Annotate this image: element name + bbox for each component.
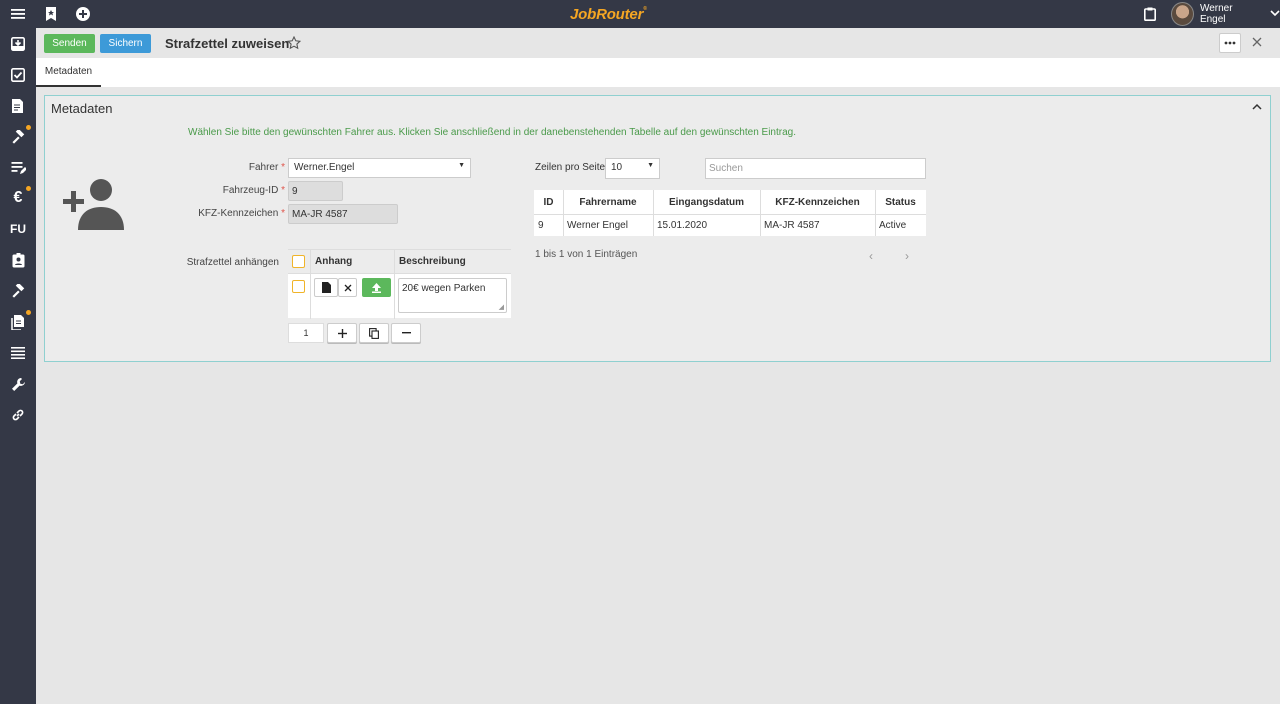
instruction-text: Wählen Sie bitte den gewünschten Fahrer … [188, 127, 796, 138]
upload-icon[interactable] [362, 278, 391, 297]
col-id[interactable]: ID [534, 190, 563, 215]
toolbar: Senden Sichern Strafzettel zuweisen [36, 28, 1280, 58]
remove-row-icon[interactable] [391, 323, 421, 343]
user-menu[interactable]: Werner Engel [1171, 2, 1280, 26]
divider [394, 250, 395, 319]
ellipsis-icon [1224, 41, 1236, 45]
caret-down-icon: ▼ [647, 162, 654, 169]
description-textarea[interactable]: 20€ wegen Parken ◢ [398, 278, 507, 313]
save-button[interactable]: Sichern [100, 34, 151, 53]
bookmark-icon[interactable] [41, 4, 61, 24]
remove-file-icon[interactable] [338, 278, 357, 297]
resize-handle-icon[interactable]: ◢ [499, 303, 504, 311]
driver-select[interactable]: Werner.Engel ▼ [288, 158, 471, 178]
caret-down-icon: ▼ [458, 162, 465, 169]
add-user-icon [61, 176, 125, 230]
cell-status: Active [879, 219, 907, 231]
page-title: Strafzettel zuweisen [165, 36, 290, 51]
driver-label: Fahrer * [248, 162, 285, 173]
clipboard-icon[interactable] [1140, 4, 1160, 24]
copy-row-icon[interactable] [359, 323, 389, 343]
user-name: Werner Engel [1199, 3, 1233, 25]
cell-driver-name: Werner Engel [567, 219, 628, 231]
inbox-icon[interactable] [8, 34, 28, 54]
vehicle-id-label: Fahrzeug-ID * [222, 185, 285, 196]
add-circle-icon[interactable] [73, 4, 93, 24]
prev-page-icon[interactable]: ‹ [869, 249, 873, 263]
divider [310, 250, 311, 319]
list-icon[interactable] [8, 343, 28, 363]
rows-per-page-select[interactable]: 10 ▼ [605, 158, 660, 179]
top-bar: JobRouter® Werner Engel [0, 0, 1280, 28]
menu-icon[interactable] [8, 4, 28, 24]
search-input[interactable]: Suchen [705, 158, 926, 179]
col-description: Beschreibung [399, 256, 466, 267]
chevron-up-icon[interactable] [1252, 101, 1264, 113]
col-status[interactable]: Status [875, 190, 926, 215]
tab-metadaten[interactable]: Metadaten [36, 58, 101, 87]
col-driver-name[interactable]: Fahrername [563, 190, 653, 215]
panel-title: Metadaten [51, 101, 113, 116]
sidebar: € FU [0, 28, 36, 704]
euro-icon[interactable]: € [8, 186, 31, 208]
vehicle-id-field[interactable]: 9 [288, 181, 343, 201]
wrench-icon[interactable] [8, 374, 28, 394]
star-icon[interactable] [286, 35, 302, 50]
link-icon[interactable] [8, 405, 28, 425]
more-options-button[interactable] [1219, 33, 1241, 53]
fu-icon[interactable]: FU [8, 219, 28, 239]
next-page-icon[interactable]: › [905, 249, 909, 263]
metadata-panel: Metadaten Wählen Sie bitte den gewünscht… [44, 95, 1271, 362]
chevron-down-icon [1270, 8, 1280, 20]
add-row-icon[interactable] [327, 323, 357, 343]
avatar [1171, 2, 1194, 26]
row-checkbox[interactable] [292, 280, 305, 293]
attachment-table: Anhang Beschreibung 20€ wegen Parken ◢ [288, 249, 511, 319]
send-button[interactable]: Senden [44, 34, 95, 53]
task-check-icon[interactable] [8, 65, 28, 85]
file-icon[interactable] [314, 278, 338, 297]
col-attachment: Anhang [315, 256, 353, 267]
select-all-checkbox[interactable] [292, 255, 305, 268]
cell-received-date: 15.01.2020 [657, 219, 708, 231]
gavel-icon[interactable] [8, 281, 28, 301]
attach-label: Strafzettel anhängen [186, 257, 279, 268]
close-icon[interactable] [1251, 36, 1265, 50]
attachment-table-header: Anhang Beschreibung [288, 250, 511, 274]
results-table: ID Fahrername Eingangsdatum KFZ-Kennzeic… [534, 190, 926, 236]
plate-field[interactable]: MA-JR 4587 [288, 204, 398, 224]
brand-logo: JobRouter® [570, 6, 647, 23]
form-edit-icon[interactable] [8, 158, 28, 178]
col-received-date[interactable]: Eingangsdatum [653, 190, 760, 215]
document-edit-icon[interactable] [8, 96, 28, 116]
col-plate[interactable]: KFZ-Kennzeichen [760, 190, 875, 215]
documents-icon[interactable] [8, 310, 31, 332]
gavel-icon[interactable] [8, 125, 31, 147]
cell-id: 9 [538, 219, 544, 231]
table-info: 1 bis 1 von 1 Einträgen [535, 249, 638, 260]
contact-card-icon[interactable] [8, 250, 28, 270]
plate-label: KFZ-Kennzeichen * [198, 208, 285, 219]
tab-bar: Metadaten [36, 58, 1280, 87]
cell-plate: MA-JR 4587 [764, 219, 820, 231]
page-number-input[interactable]: 1 [288, 323, 324, 343]
rows-per-page-label: Zeilen pro Seite [535, 162, 606, 173]
